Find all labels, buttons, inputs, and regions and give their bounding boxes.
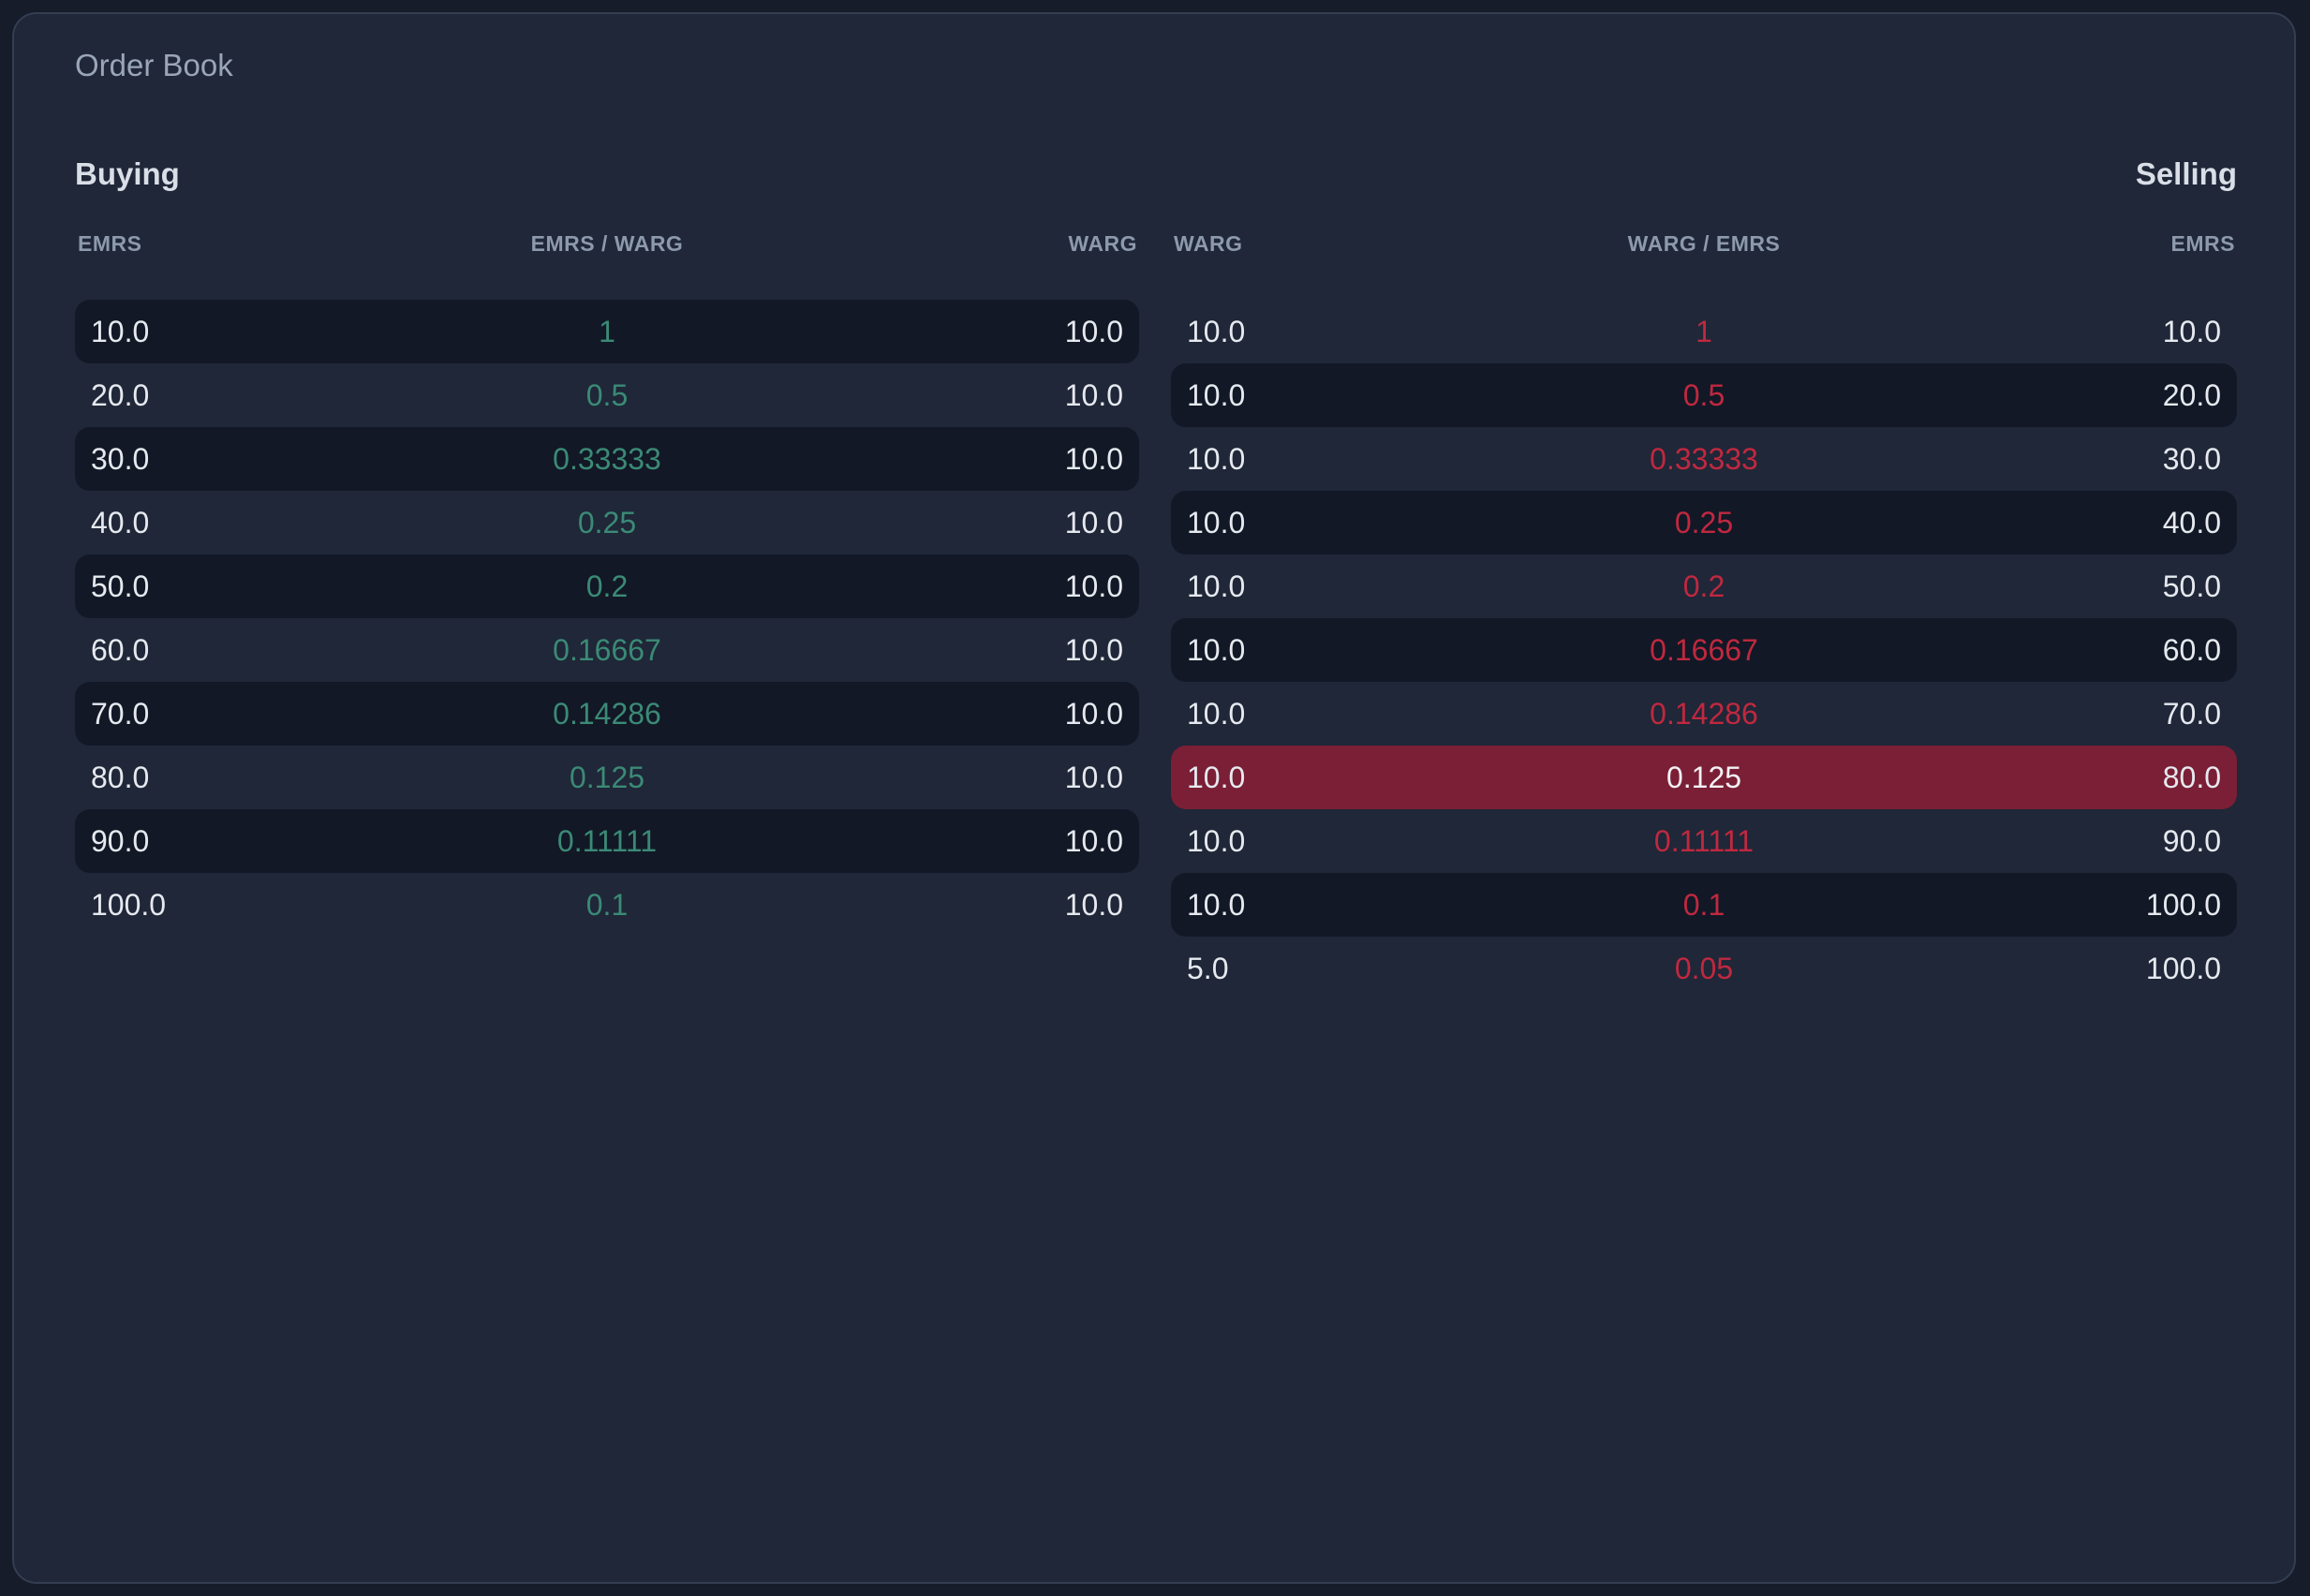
order-price: 0.33333 — [553, 442, 661, 476]
order-row[interactable]: 20.0 0.5 10.0 — [75, 363, 1139, 427]
order-row[interactable]: 10.0 0.1 100.0 — [1171, 873, 2237, 937]
buying-col-price[interactable]: EMRS / WARG — [75, 231, 1139, 257]
order-right-amount: 10.0 — [1064, 761, 1123, 794]
order-price: 1 — [1695, 315, 1712, 348]
order-right-amount: 90.0 — [2162, 824, 2221, 858]
order-right-amount: 20.0 — [2162, 378, 2221, 412]
order-price: 0.25 — [577, 506, 637, 539]
order-price: 0.1 — [1682, 888, 1725, 922]
order-row[interactable]: 10.0 0.125 80.0 — [1171, 746, 2237, 809]
order-row[interactable]: 10.0 0.33333 30.0 — [1171, 427, 2237, 491]
order-right-amount: 10.0 — [1064, 442, 1123, 476]
order-right-amount: 80.0 — [2162, 761, 2221, 794]
order-row[interactable]: 10.0 1 10.0 — [1171, 300, 2237, 363]
order-row[interactable]: 70.0 0.14286 10.0 — [75, 682, 1139, 746]
order-book-panel: Order Book Buying EMRS EMRS / WARG WARG … — [12, 12, 2296, 1584]
order-row[interactable]: 90.0 0.11111 10.0 — [75, 809, 1139, 873]
order-price: 0.125 — [1666, 761, 1742, 794]
order-price: 0.5 — [1682, 378, 1725, 412]
order-price: 0.16667 — [1650, 633, 1758, 667]
order-row[interactable]: 10.0 0.2 50.0 — [1171, 554, 2237, 618]
selling-col-emrs[interactable]: EMRS — [2171, 231, 2235, 257]
selling-orders-list: 10.0 1 10.0 10.0 0.5 20.0 10.0 0.33333 30.0 10.0 0… — [1171, 300, 2237, 1000]
order-right-amount: 10.0 — [1064, 633, 1123, 667]
order-price: 0.11111 — [1653, 824, 1755, 858]
order-right-amount: 30.0 — [2162, 442, 2221, 476]
order-price: 0.25 — [1674, 506, 1734, 539]
order-row[interactable]: 10.0 0.16667 60.0 — [1171, 618, 2237, 682]
buying-column-headers: EMRS EMRS / WARG WARG — [75, 231, 1139, 258]
order-price: 0.16667 — [553, 633, 661, 667]
order-right-amount: 10.0 — [1064, 824, 1123, 858]
order-right-amount: 70.0 — [2162, 697, 2221, 731]
order-right-amount: 100.0 — [2145, 888, 2221, 922]
order-row[interactable]: 10.0 0.11111 90.0 — [1171, 809, 2237, 873]
order-row[interactable]: 40.0 0.25 10.0 — [75, 491, 1139, 554]
order-right-amount: 10.0 — [1064, 569, 1123, 603]
order-price: 1 — [599, 315, 615, 348]
selling-col-price[interactable]: WARG / EMRS — [1171, 231, 2237, 257]
order-right-amount: 40.0 — [2162, 506, 2221, 539]
order-price: 0.2 — [1682, 569, 1725, 603]
buying-col-warg[interactable]: WARG — [1068, 231, 1137, 257]
order-row[interactable]: 10.0 0.25 40.0 — [1171, 491, 2237, 554]
order-price: 0.1 — [585, 888, 629, 922]
selling-heading: Selling — [2135, 156, 2237, 191]
order-price: 0.125 — [569, 761, 645, 794]
order-row[interactable]: 100.0 0.1 10.0 — [75, 873, 1139, 937]
order-price: 0.14286 — [1650, 697, 1758, 731]
buying-heading: Buying — [75, 156, 180, 191]
order-row[interactable]: 60.0 0.16667 10.0 — [75, 618, 1139, 682]
order-row[interactable]: 5.0 0.05 100.0 — [1171, 937, 2237, 1000]
order-right-amount: 60.0 — [2162, 633, 2221, 667]
order-right-amount: 100.0 — [2145, 952, 2221, 985]
order-row[interactable]: 80.0 0.125 10.0 — [75, 746, 1139, 809]
order-row[interactable]: 10.0 0.14286 70.0 — [1171, 682, 2237, 746]
order-row[interactable]: 30.0 0.33333 10.0 — [75, 427, 1139, 491]
order-price: 0.14286 — [553, 697, 661, 731]
panel-title: Order Book — [75, 48, 233, 82]
order-right-amount: 10.0 — [1064, 315, 1123, 348]
order-price: 0.05 — [1674, 952, 1734, 985]
order-price: 0.5 — [585, 378, 629, 412]
order-right-amount: 10.0 — [1064, 697, 1123, 731]
order-price: 0.2 — [585, 569, 629, 603]
order-price: 0.33333 — [1650, 442, 1758, 476]
order-row[interactable]: 10.0 1 10.0 — [75, 300, 1139, 363]
order-right-amount: 10.0 — [1064, 888, 1123, 922]
selling-column-headers: WARG WARG / EMRS EMRS — [1171, 231, 2237, 258]
order-right-amount: 50.0 — [2162, 569, 2221, 603]
order-right-amount: 10.0 — [1064, 378, 1123, 412]
order-row[interactable]: 50.0 0.2 10.0 — [75, 554, 1139, 618]
buying-orders-list: 10.0 1 10.0 20.0 0.5 10.0 30.0 0.33333 10.0 40.0 0… — [75, 300, 1139, 937]
order-price: 0.11111 — [556, 824, 658, 858]
order-row[interactable]: 10.0 0.5 20.0 — [1171, 363, 2237, 427]
order-right-amount: 10.0 — [1064, 506, 1123, 539]
order-right-amount: 10.0 — [2162, 315, 2221, 348]
